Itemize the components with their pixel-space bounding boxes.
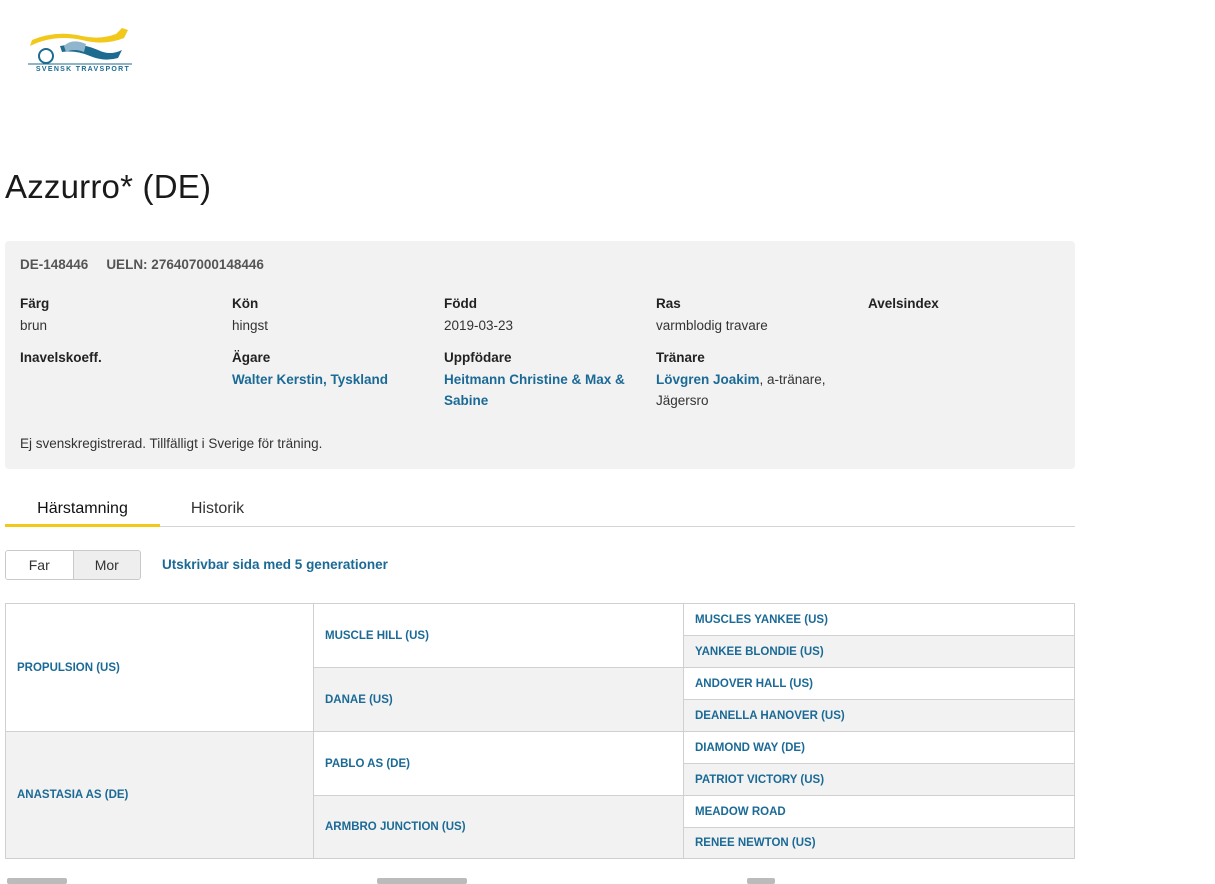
cut-off-text	[747, 878, 775, 884]
field-label: Född	[444, 296, 477, 311]
field-label: Ägare	[232, 350, 271, 365]
pedigree-gen3-5[interactable]: DIAMOND WAY (DE)	[683, 731, 1075, 764]
breeder-link[interactable]: Heitmann Christine & Max & Sabine	[444, 369, 625, 411]
pedigree-gen3-4[interactable]: DEANELLA HANOVER (US)	[683, 699, 1075, 732]
field-value: varmblodig travare	[656, 318, 768, 333]
field-agare: Ägare Walter Kerstin, Tyskland	[232, 350, 388, 390]
field-label: Tränare	[656, 350, 705, 365]
field-uppfodare: Uppfödare Heitmann Christine & Max & Sab…	[444, 350, 625, 411]
registration-note: Ej svenskregistrerad. Tillfälligt i Sver…	[20, 436, 323, 451]
trainer-link[interactable]: Lövgren Joakim	[656, 372, 760, 387]
pedigree-dam-sire[interactable]: PABLO AS (DE)	[313, 731, 684, 796]
field-value: hingst	[232, 318, 269, 333]
pedigree-sire-sire[interactable]: MUSCLE HILL (US)	[313, 603, 684, 668]
tab-bar: Härstamning Historik	[5, 494, 1075, 527]
logo-text: SVENSK TRAVSPORT	[35, 66, 131, 73]
reg-number: DE-148446	[20, 257, 89, 272]
svensk-travsport-logo[interactable]: SVENSK TRAVSPORT	[24, 24, 136, 80]
trainer-suffix: , a-tränare,	[759, 372, 826, 387]
breeder-line-1: Heitmann Christine & Max &	[444, 372, 625, 387]
pedigree-gen3-2[interactable]: YANKEE BLONDIE (US)	[683, 635, 1075, 668]
field-label: Ras	[656, 296, 681, 311]
pedigree-gen3-1[interactable]: MUSCLES YANKEE (US)	[683, 603, 1075, 636]
field-farg: Färg brun	[20, 296, 49, 336]
pedigree-table: PROPULSION (US) MUSCLE HILL (US) MUSCLES…	[5, 603, 1075, 859]
field-inavelskoeff: Inavelskoeff.	[20, 350, 102, 369]
cut-off-content	[5, 878, 1075, 884]
field-label: Färg	[20, 296, 50, 311]
breeder-line-2: Sabine	[444, 393, 489, 408]
mor-button[interactable]: Mor	[73, 551, 140, 579]
field-label: Inavelskoeff.	[20, 350, 102, 365]
far-button[interactable]: Far	[6, 551, 74, 579]
field-label: Uppfödare	[444, 350, 512, 365]
pedigree-sire-dam[interactable]: DANAE (US)	[313, 667, 684, 732]
far-mor-toggle: Far Mor	[5, 550, 141, 580]
registration-line: DE-148446 UELN: 276407000148446	[20, 257, 264, 272]
owner-link[interactable]: Walter Kerstin, Tyskland	[232, 372, 388, 387]
field-value: 2019-03-23	[444, 318, 514, 333]
pedigree-gen3-8[interactable]: RENEE NEWTON (US)	[683, 827, 1075, 859]
pedigree-dam[interactable]: ANASTASIA AS (DE)	[5, 731, 314, 859]
page-title: Azzurro* (DE)	[5, 168, 212, 205]
pedigree-sire[interactable]: PROPULSION (US)	[5, 603, 314, 732]
field-label: Kön	[232, 296, 259, 311]
trotter-logo-icon	[28, 28, 132, 65]
trainer-location: Jägersro	[656, 393, 709, 408]
field-label: Avelsindex	[868, 296, 939, 311]
field-avelsindex: Avelsindex	[868, 296, 939, 315]
pedigree-gen3-7[interactable]: MEADOW ROAD	[683, 795, 1075, 828]
field-tranare: Tränare Lövgren Joakim, a-tränare, Jägers…	[656, 350, 826, 411]
tab-historik[interactable]: Historik	[165, 494, 270, 527]
pedigree-gen3-3[interactable]: ANDOVER HALL (US)	[683, 667, 1075, 700]
horse-info-panel: DE-148446 UELN: 276407000148446 Färg brun…	[5, 241, 1075, 469]
tab-harstamning[interactable]: Härstamning	[5, 494, 160, 527]
field-value: brun	[20, 318, 48, 333]
pedigree-dam-dam[interactable]: ARMBRO JUNCTION (US)	[313, 795, 684, 859]
cut-off-text	[377, 878, 467, 884]
pedigree-gen3-6[interactable]: PATRIOT VICTORY (US)	[683, 763, 1075, 796]
field-ras: Ras varmblodig travare	[656, 296, 768, 336]
field-kon: Kön hingst	[232, 296, 268, 336]
field-fodd: Född 2019-03-23	[444, 296, 513, 336]
ueln-number: UELN: 276407000148446	[106, 257, 264, 272]
cut-off-text	[7, 878, 67, 884]
printable-page-link[interactable]: Utskrivbar sida med 5 generationer	[162, 557, 388, 572]
